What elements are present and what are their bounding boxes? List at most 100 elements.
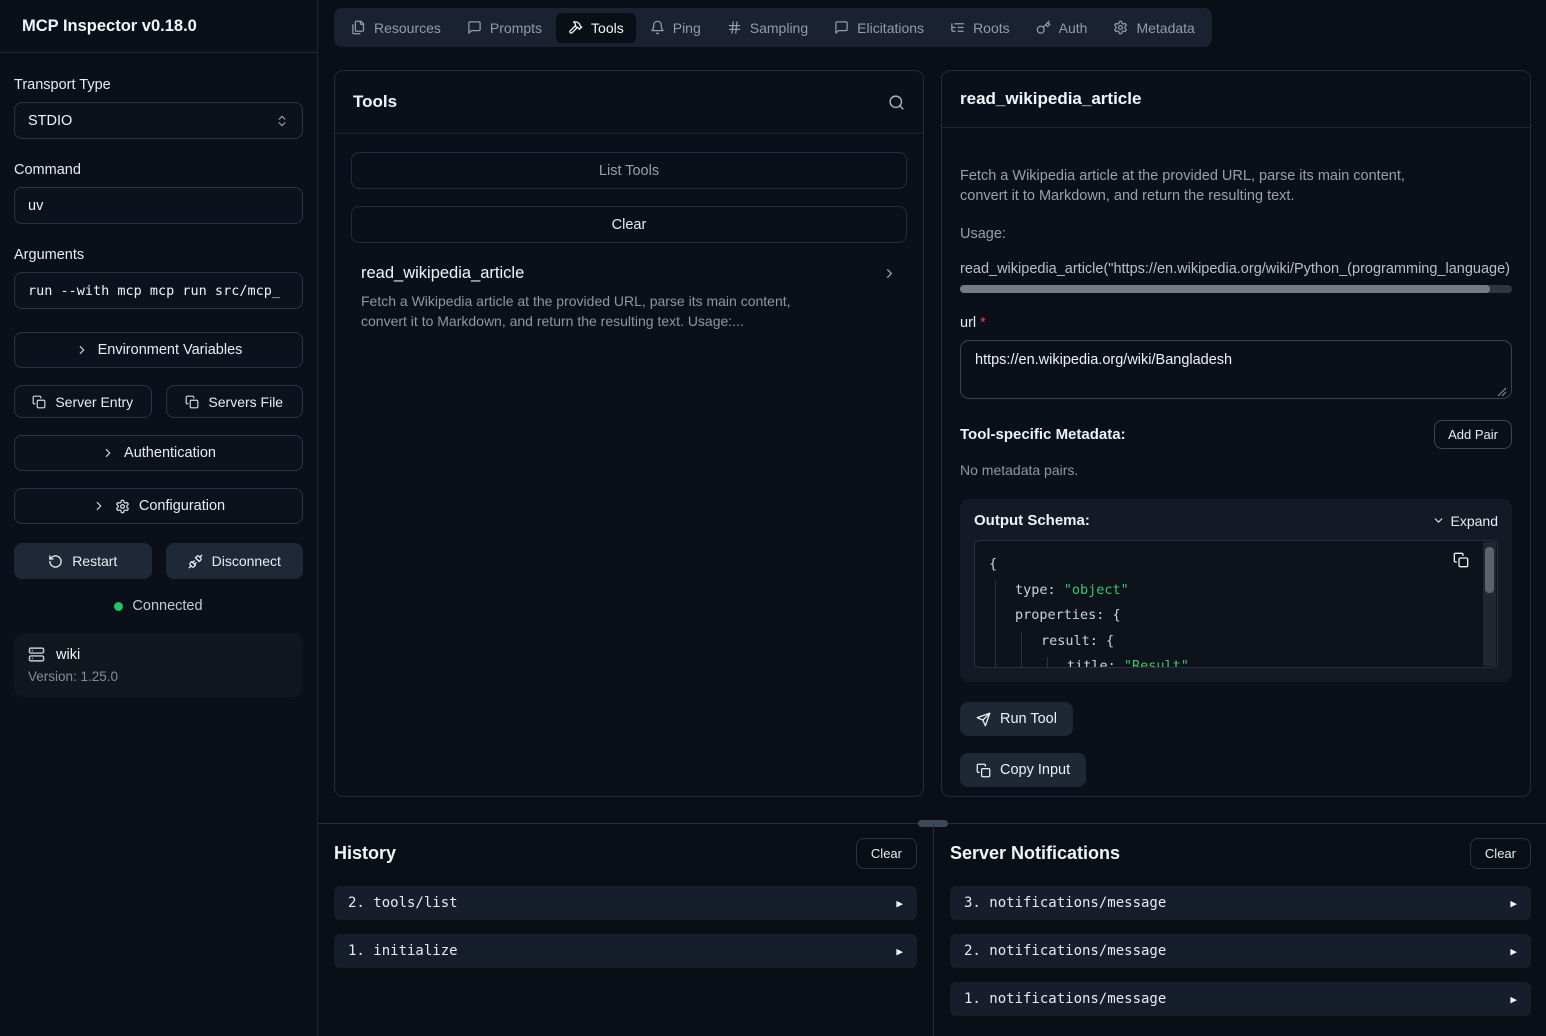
transport-type-select[interactable]: STDIO (14, 102, 303, 139)
code-token: type: (1015, 582, 1064, 598)
tab-ping[interactable]: Ping (638, 13, 713, 43)
history-row[interactable]: 2. tools/list ▶ (334, 886, 917, 920)
copy-input-button[interactable]: Copy Input (960, 753, 1086, 787)
notification-row-label: 1. notifications/message (964, 991, 1166, 1007)
notification-row[interactable]: 3. notifications/message ▶ (950, 886, 1531, 920)
server-name: wiki (56, 647, 80, 663)
run-tool-button[interactable]: Run Tool (960, 702, 1073, 736)
sidebar-header: MCP Inspector v0.18.0 (0, 0, 317, 53)
add-pair-button[interactable]: Add Pair (1434, 420, 1512, 449)
server-icon (28, 646, 45, 663)
configuration-label: Configuration (139, 498, 225, 514)
copy-schema-icon[interactable] (1453, 552, 1469, 568)
tool-item-name: read_wikipedia_article (361, 264, 524, 283)
history-section: History Clear 2. tools/list ▶ 1. initial… (334, 838, 917, 968)
play-icon: ▶ (896, 945, 903, 958)
chevron-down-icon (1432, 514, 1445, 527)
servers-file-label: Servers File (208, 394, 283, 410)
hammer-icon (568, 20, 583, 35)
gear-icon (1113, 20, 1128, 35)
notification-row[interactable]: 1. notifications/message ▶ (950, 982, 1531, 1016)
copy-icon (185, 395, 199, 409)
sidebar: MCP Inspector v0.18.0 Transport Type STD… (0, 0, 318, 1036)
code-string-value: "object" (1064, 582, 1129, 598)
tab-label: Resources (374, 20, 441, 36)
play-icon: ▶ (1510, 945, 1517, 958)
list-tools-button[interactable]: List Tools (351, 152, 907, 189)
code-token: { (989, 556, 997, 572)
server-info-card: wiki Version: 1.25.0 (14, 633, 303, 697)
tool-detail-panel: read_wikipedia_article Fetch a Wikipedia… (941, 70, 1531, 797)
clear-notifications-button[interactable]: Clear (1470, 838, 1531, 869)
disconnect-button[interactable]: Disconnect (166, 543, 304, 579)
metadata-empty-text: No metadata pairs. (960, 462, 1512, 478)
connection-status-text: Connected (132, 598, 202, 614)
tab-sampling[interactable]: Sampling (715, 13, 820, 43)
usage-horizontal-scrollbar[interactable] (960, 285, 1512, 293)
required-asterisk: * (980, 315, 986, 331)
send-icon (976, 712, 991, 727)
chevron-right-icon (92, 499, 106, 513)
play-icon: ▶ (896, 897, 903, 910)
usage-label: Usage: (960, 226, 1512, 242)
output-schema-card: Output Schema: Expand { type: "object" p… (960, 499, 1512, 682)
tab-resources[interactable]: Resources (339, 13, 453, 43)
command-input[interactable] (28, 198, 289, 214)
url-input[interactable]: https://en.wikipedia.org/wiki/Bangladesh (960, 340, 1512, 399)
servers-file-button[interactable]: Servers File (166, 385, 304, 418)
vertical-divider (933, 824, 934, 1036)
authentication-button[interactable]: Authentication (14, 435, 303, 471)
code-token: properties: { (1015, 607, 1121, 623)
copy-icon (32, 395, 46, 409)
tab-tools[interactable]: Tools (556, 13, 636, 43)
connected-dot-icon (114, 602, 123, 611)
bell-icon (650, 20, 665, 35)
history-title: History (334, 843, 396, 864)
environment-variables-button[interactable]: Environment Variables (14, 332, 303, 368)
tab-label: Ping (673, 20, 701, 36)
environment-variables-label: Environment Variables (98, 342, 243, 358)
history-row-label: 1. initialize (348, 943, 458, 959)
configuration-button[interactable]: Configuration (14, 488, 303, 524)
detail-title: read_wikipedia_article (960, 89, 1141, 109)
notification-row[interactable]: 2. notifications/message ▶ (950, 934, 1531, 968)
tab-label: Tools (591, 20, 624, 36)
tab-label: Auth (1059, 20, 1088, 36)
tool-list-item[interactable]: read_wikipedia_article Fetch a Wikipedia… (351, 264, 907, 331)
connection-status: Connected (14, 598, 303, 614)
list-tree-icon (950, 20, 965, 35)
history-row-label: 2. tools/list (348, 895, 458, 911)
run-tool-label: Run Tool (1000, 711, 1057, 727)
message-square-icon (467, 20, 482, 35)
tab-elicitations[interactable]: Elicitations (822, 13, 936, 43)
tab-label: Metadata (1136, 20, 1194, 36)
clear-history-button[interactable]: Clear (856, 838, 917, 869)
server-entry-button[interactable]: Server Entry (14, 385, 152, 418)
chevron-right-icon (882, 266, 897, 281)
restart-button[interactable]: Restart (14, 543, 152, 579)
expand-label: Expand (1451, 513, 1498, 529)
clear-tools-button[interactable]: Clear (351, 206, 907, 243)
expand-toggle[interactable]: Expand (1432, 513, 1498, 529)
top-nav: Resources Prompts Tools Ping Sampling El… (334, 8, 1212, 47)
tab-auth[interactable]: Auth (1024, 13, 1100, 43)
history-row[interactable]: 1. initialize ▶ (334, 934, 917, 968)
arguments-input[interactable] (28, 283, 289, 299)
arguments-field-wrap (14, 272, 303, 309)
output-schema-code: { type: "object" properties: { result: {… (974, 540, 1498, 668)
resize-handle-icon[interactable] (1497, 387, 1507, 397)
tab-prompts[interactable]: Prompts (455, 13, 554, 43)
disconnect-label: Disconnect (212, 553, 281, 569)
server-version: Version: 1.25.0 (28, 669, 289, 684)
code-token: title: (1067, 658, 1124, 668)
notification-row-label: 2. notifications/message (964, 943, 1166, 959)
tool-item-description: Fetch a Wikipedia article at the provide… (361, 291, 829, 331)
schema-vertical-scrollbar[interactable] (1483, 542, 1496, 666)
search-icon[interactable] (888, 94, 905, 111)
tab-metadata[interactable]: Metadata (1101, 13, 1206, 43)
transport-type-value: STDIO (28, 113, 72, 129)
tab-roots[interactable]: Roots (938, 13, 1022, 43)
chevron-right-icon (75, 343, 89, 357)
transport-type-label: Transport Type (14, 77, 303, 93)
tab-label: Sampling (750, 20, 808, 36)
